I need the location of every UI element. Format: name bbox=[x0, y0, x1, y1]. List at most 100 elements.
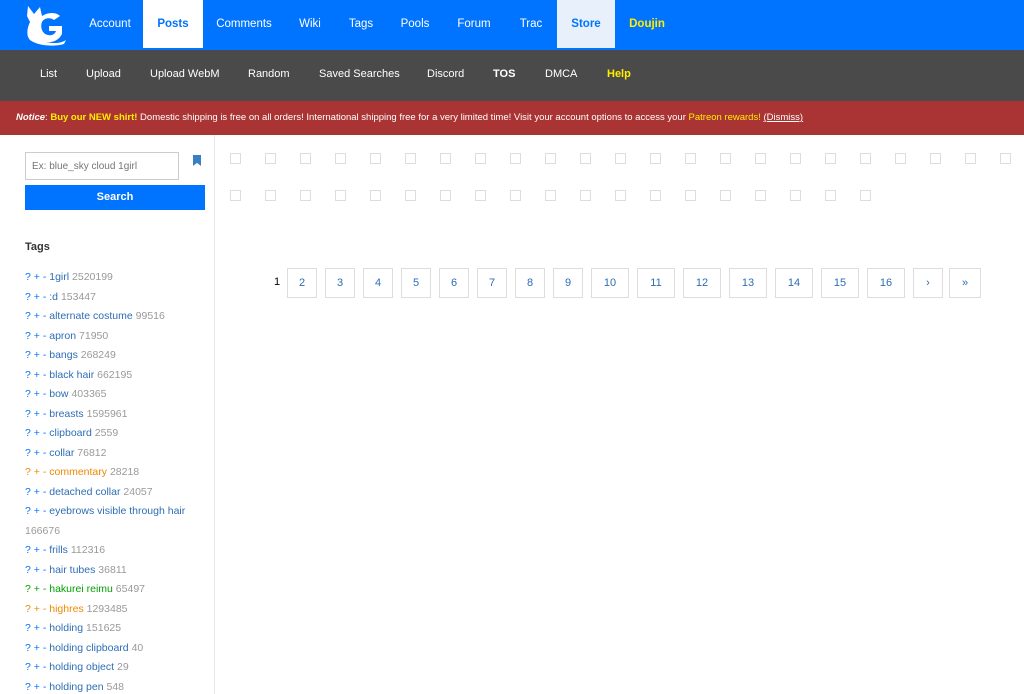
tag-exclude-link[interactable]: - bbox=[43, 291, 47, 303]
tag-name[interactable]: holding clipboard bbox=[49, 642, 128, 654]
post-thumbnail[interactable] bbox=[265, 153, 276, 164]
post-thumbnail[interactable] bbox=[825, 153, 836, 164]
tag-name[interactable]: apron bbox=[49, 330, 76, 342]
tag-wiki-link[interactable]: ? bbox=[25, 661, 31, 673]
tag-add-link[interactable]: + bbox=[34, 310, 40, 322]
tag-add-link[interactable]: + bbox=[34, 427, 40, 439]
tag-wiki-link[interactable]: ? bbox=[25, 603, 31, 615]
tag-exclude-link[interactable]: - bbox=[43, 564, 47, 576]
tag-name[interactable]: holding pen bbox=[49, 681, 103, 693]
tag-name[interactable]: holding object bbox=[49, 661, 114, 673]
tag-wiki-link[interactable]: ? bbox=[25, 681, 31, 693]
post-thumbnail[interactable] bbox=[370, 153, 381, 164]
tag-wiki-link[interactable]: ? bbox=[25, 622, 31, 634]
post-thumbnail[interactable] bbox=[545, 153, 556, 164]
subnav-upload[interactable]: Upload bbox=[86, 50, 121, 100]
tag-add-link[interactable]: + bbox=[34, 408, 40, 420]
page-link[interactable]: 8 bbox=[515, 268, 545, 298]
tag-name[interactable]: hair tubes bbox=[49, 564, 95, 576]
tag-add-link[interactable]: + bbox=[34, 642, 40, 654]
post-thumbnail[interactable] bbox=[615, 153, 626, 164]
post-thumbnail[interactable] bbox=[580, 153, 591, 164]
post-thumbnail[interactable] bbox=[860, 190, 871, 201]
page-last-button[interactable]: » bbox=[949, 268, 981, 298]
post-thumbnail[interactable] bbox=[300, 153, 311, 164]
tag-wiki-link[interactable]: ? bbox=[25, 447, 31, 459]
tag-add-link[interactable]: + bbox=[34, 622, 40, 634]
nav-account[interactable]: Account bbox=[82, 0, 138, 48]
search-input[interactable] bbox=[25, 152, 179, 180]
page-link[interactable]: 13 bbox=[729, 268, 767, 298]
tag-wiki-link[interactable]: ? bbox=[25, 466, 31, 478]
tag-add-link[interactable]: + bbox=[34, 486, 40, 498]
tag-name[interactable]: commentary bbox=[49, 466, 107, 478]
post-thumbnail[interactable] bbox=[405, 153, 416, 164]
tag-wiki-link[interactable]: ? bbox=[25, 427, 31, 439]
page-link[interactable]: 6 bbox=[439, 268, 469, 298]
search-button[interactable]: Search bbox=[25, 185, 205, 210]
tag-exclude-link[interactable]: - bbox=[43, 310, 47, 322]
tag-wiki-link[interactable]: ? bbox=[25, 642, 31, 654]
page-link[interactable]: 2 bbox=[287, 268, 317, 298]
tag-wiki-link[interactable]: ? bbox=[25, 291, 31, 303]
nav-forum[interactable]: Forum bbox=[450, 0, 498, 48]
page-link[interactable]: 3 bbox=[325, 268, 355, 298]
page-link[interactable]: 16 bbox=[867, 268, 905, 298]
page-link[interactable]: 15 bbox=[821, 268, 859, 298]
post-thumbnail[interactable] bbox=[685, 190, 696, 201]
tag-add-link[interactable]: + bbox=[34, 583, 40, 595]
subnav-upload-webm[interactable]: Upload WebM bbox=[150, 50, 220, 100]
tag-add-link[interactable]: + bbox=[34, 681, 40, 693]
tag-exclude-link[interactable]: - bbox=[43, 447, 47, 459]
tag-wiki-link[interactable]: ? bbox=[25, 330, 31, 342]
tag-add-link[interactable]: + bbox=[34, 291, 40, 303]
tag-add-link[interactable]: + bbox=[34, 661, 40, 673]
post-thumbnail[interactable] bbox=[510, 153, 521, 164]
bookmark-icon[interactable] bbox=[193, 155, 201, 166]
subnav-saved-searches[interactable]: Saved Searches bbox=[319, 50, 400, 100]
page-link[interactable]: 12 bbox=[683, 268, 721, 298]
tag-name[interactable]: 1girl bbox=[49, 271, 69, 283]
post-thumbnail[interactable] bbox=[510, 190, 521, 201]
nav-pools[interactable]: Pools bbox=[394, 0, 436, 48]
tag-exclude-link[interactable]: - bbox=[43, 330, 47, 342]
tag-wiki-link[interactable]: ? bbox=[25, 369, 31, 381]
page-link[interactable]: 4 bbox=[363, 268, 393, 298]
post-thumbnail[interactable] bbox=[650, 190, 661, 201]
tag-exclude-link[interactable]: - bbox=[43, 505, 47, 517]
subnav-list[interactable]: List bbox=[40, 50, 57, 100]
tag-exclude-link[interactable]: - bbox=[43, 642, 47, 654]
nav-posts[interactable]: Posts bbox=[143, 0, 203, 48]
tag-exclude-link[interactable]: - bbox=[43, 681, 47, 693]
post-thumbnail[interactable] bbox=[475, 190, 486, 201]
tag-name[interactable]: detached collar bbox=[49, 486, 120, 498]
post-thumbnail[interactable] bbox=[650, 153, 661, 164]
tag-exclude-link[interactable]: - bbox=[43, 544, 47, 556]
tag-wiki-link[interactable]: ? bbox=[25, 349, 31, 361]
tag-name[interactable]: collar bbox=[49, 447, 74, 459]
tag-exclude-link[interactable]: - bbox=[43, 583, 47, 595]
post-thumbnail[interactable] bbox=[475, 153, 486, 164]
tag-name[interactable]: holding bbox=[49, 622, 83, 634]
tag-wiki-link[interactable]: ? bbox=[25, 505, 31, 517]
tag-wiki-link[interactable]: ? bbox=[25, 583, 31, 595]
post-thumbnail[interactable] bbox=[370, 190, 381, 201]
tag-add-link[interactable]: + bbox=[34, 369, 40, 381]
post-thumbnail[interactable] bbox=[860, 153, 871, 164]
nav-doujin[interactable]: Doujin bbox=[624, 0, 670, 48]
tag-add-link[interactable]: + bbox=[34, 544, 40, 556]
post-thumbnail[interactable] bbox=[335, 153, 346, 164]
tag-name[interactable]: bangs bbox=[49, 349, 78, 361]
post-thumbnail[interactable] bbox=[615, 190, 626, 201]
nav-comments[interactable]: Comments bbox=[210, 0, 278, 48]
post-thumbnail[interactable] bbox=[790, 153, 801, 164]
tag-exclude-link[interactable]: - bbox=[43, 486, 47, 498]
subnav-random[interactable]: Random bbox=[248, 50, 290, 100]
tag-name[interactable]: black hair bbox=[49, 369, 94, 381]
post-thumbnail[interactable] bbox=[265, 190, 276, 201]
tag-exclude-link[interactable]: - bbox=[43, 427, 47, 439]
tag-name[interactable]: bow bbox=[49, 388, 68, 400]
tag-name[interactable]: frills bbox=[49, 544, 68, 556]
shirt-link[interactable]: Buy our NEW shirt! bbox=[50, 112, 137, 123]
tag-exclude-link[interactable]: - bbox=[43, 603, 47, 615]
